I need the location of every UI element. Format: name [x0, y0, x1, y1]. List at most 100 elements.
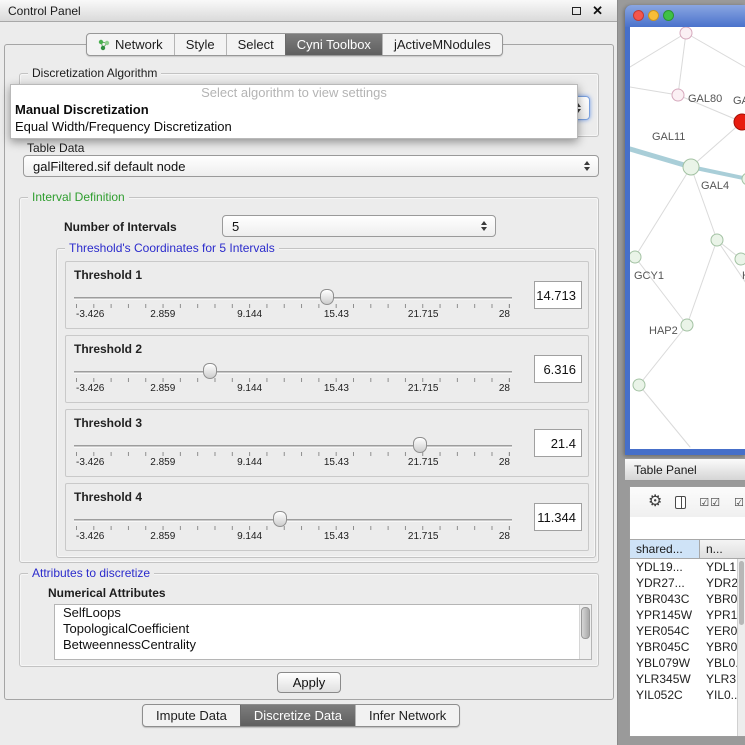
network-edge[interactable]	[630, 149, 691, 167]
threshold-slider[interactable]: -3.4262.8599.14415.4321.71528	[74, 510, 512, 546]
threshold-slider[interactable]: -3.4262.8599.14415.4321.71528	[74, 362, 512, 398]
numerical-attributes-list[interactable]: SelfLoopsTopologicalCoefficientBetweenne…	[54, 604, 592, 660]
select-columns-icon[interactable]: ☑☑	[699, 496, 721, 509]
network-node[interactable]	[633, 379, 645, 391]
apply-button[interactable]: Apply	[277, 672, 341, 693]
tab-impute-data[interactable]: Impute Data	[143, 705, 240, 726]
network-edge[interactable]	[635, 167, 691, 257]
table-row[interactable]: YER054CYER0...	[630, 623, 745, 639]
network-node[interactable]	[630, 251, 641, 263]
table-row[interactable]: YDR27...YDR2...	[630, 575, 745, 591]
network-edge[interactable]	[691, 122, 742, 167]
network-edge[interactable]	[635, 257, 687, 325]
table-row[interactable]: YDL19...YDL1...	[630, 559, 745, 575]
network-edge[interactable]	[691, 167, 717, 240]
dropdown-option[interactable]: Equal Width/Frequency Discretization	[11, 118, 577, 135]
threshold-slider[interactable]: -3.4262.8599.14415.4321.71528	[74, 436, 512, 472]
slider-thumb[interactable]	[320, 289, 334, 305]
combo-stepper-icon	[581, 156, 593, 176]
float-window-icon[interactable]	[572, 7, 581, 15]
tab-discretize-data[interactable]: Discretize Data	[240, 705, 355, 726]
network-node[interactable]	[711, 234, 723, 246]
tab-style[interactable]: Style	[174, 34, 226, 55]
number-of-intervals-combo[interactable]: 5	[222, 215, 496, 237]
threshold-label: Threshold 3	[74, 416, 142, 430]
threshold-value-field[interactable]: 14.713	[534, 281, 582, 309]
network-edge[interactable]	[630, 87, 678, 95]
slider-ticks	[76, 378, 510, 382]
network-edge[interactable]	[687, 240, 717, 325]
attribute-item[interactable]: SelfLoops	[55, 605, 591, 621]
tick-label: 15.43	[324, 531, 349, 542]
tab-infer-network[interactable]: Infer Network	[355, 705, 459, 726]
dropdown-option[interactable]: Manual Discretization	[11, 101, 577, 118]
number-of-intervals-value: 5	[232, 219, 239, 234]
tab-label: Infer Network	[369, 708, 446, 723]
tab-label: Style	[186, 37, 215, 52]
network-window[interactable]: GAL80GAGAL11GAL4GCY1HHAP2	[625, 5, 745, 455]
slider-ticks	[76, 304, 510, 308]
slider-thumb[interactable]	[413, 437, 427, 453]
columns-icon[interactable]	[675, 496, 686, 509]
column-header-name[interactable]: n...	[700, 540, 745, 558]
threshold-value-field[interactable]: 21.4	[534, 429, 582, 457]
table-row[interactable]: YLR345WYLR3...	[630, 671, 745, 687]
network-edge[interactable]	[639, 385, 690, 447]
interval-group-title: Interval Definition	[28, 190, 129, 204]
tick-label: 9.144	[237, 457, 262, 468]
slider-thumb[interactable]	[273, 511, 287, 527]
table-data-combo[interactable]: galFiltered.sif default node	[23, 155, 599, 177]
table-row[interactable]: YBR043CYBR0...	[630, 591, 745, 607]
close-traffic-light-icon[interactable]	[633, 10, 644, 21]
threshold-slider[interactable]: -3.4262.8599.14415.4321.71528	[74, 288, 512, 324]
threshold-value-field[interactable]: 11.344	[534, 503, 582, 531]
threshold-value-field[interactable]: 6.316	[534, 355, 582, 383]
network-edge[interactable]	[678, 33, 686, 95]
column-header-shared-name[interactable]: shared...	[630, 540, 700, 558]
table-row[interactable]: YPR145WYPR1...	[630, 607, 745, 623]
network-node[interactable]	[681, 319, 693, 331]
tab-jactivemnodules[interactable]: jActiveMNodules	[382, 34, 502, 55]
tab-label: Impute Data	[156, 708, 227, 723]
table-row[interactable]: YBL079WYBL0...	[630, 655, 745, 671]
discretization-group-title: Discretization Algorithm	[28, 66, 161, 80]
attribute-item[interactable]: TopologicalCoefficient	[55, 621, 591, 637]
tab-select[interactable]: Select	[226, 34, 285, 55]
network-canvas[interactable]: GAL80GAGAL11GAL4GCY1HHAP2	[630, 27, 745, 449]
network-icon	[98, 39, 110, 51]
tick-label: 21.715	[408, 309, 439, 320]
network-node[interactable]	[734, 114, 745, 130]
tick-label: -3.426	[76, 457, 104, 468]
slider-tick-labels: -3.4262.8599.14415.4321.71528	[76, 457, 510, 469]
slider-thumb[interactable]	[203, 363, 217, 379]
list-scrollbar[interactable]	[579, 605, 591, 659]
table-scrollbar[interactable]	[737, 559, 745, 736]
table-scrollbar-thumb[interactable]	[739, 561, 744, 625]
dropdown-placeholder: Select algorithm to view settings	[11, 85, 577, 101]
network-node[interactable]	[680, 27, 692, 39]
list-scrollbar-thumb[interactable]	[581, 607, 590, 639]
network-edge[interactable]	[686, 33, 745, 67]
tick-label: 28	[499, 531, 510, 542]
panel-title: Control Panel	[8, 4, 81, 18]
attribute-item[interactable]: BetweennessCentrality	[55, 637, 591, 653]
tab-cyni-toolbox[interactable]: Cyni Toolbox	[285, 34, 382, 55]
network-edge[interactable]	[630, 33, 686, 67]
select-all-icon[interactable]: ☑	[734, 496, 745, 509]
table-cell: YDL19...	[630, 559, 700, 575]
attr-items: SelfLoopsTopologicalCoefficientBetweenne…	[55, 605, 591, 653]
threshold-label: Threshold 2	[74, 342, 142, 356]
gear-icon[interactable]: ⚙	[648, 494, 662, 510]
control-panel-titlebar[interactable]: Control Panel ✕	[0, 0, 617, 22]
table-row[interactable]: YBR045CYBR0...	[630, 639, 745, 655]
minimize-traffic-light-icon[interactable]	[648, 10, 659, 21]
tab-network[interactable]: Network	[87, 34, 174, 55]
zoom-traffic-light-icon[interactable]	[663, 10, 674, 21]
network-node[interactable]	[683, 159, 699, 175]
table-panel-header[interactable]: Table Panel	[625, 458, 745, 481]
network-node[interactable]	[735, 253, 745, 265]
network-node[interactable]	[672, 89, 684, 101]
close-icon[interactable]: ✕	[592, 3, 603, 19]
table-row[interactable]: YIL052CYIL0...	[630, 687, 745, 703]
network-window-titlebar[interactable]	[625, 5, 745, 27]
